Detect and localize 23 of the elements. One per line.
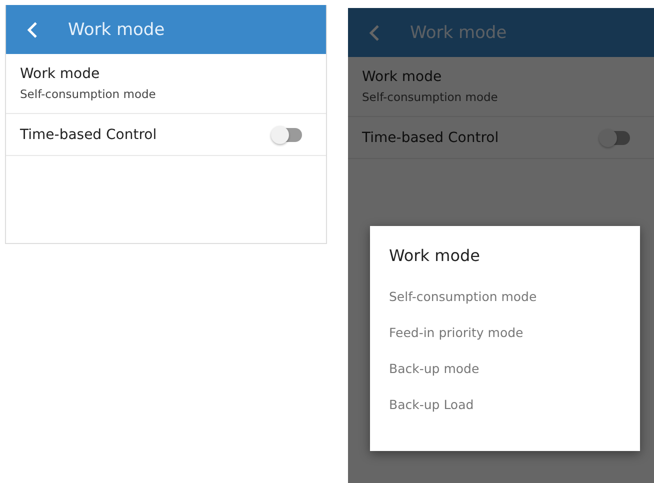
settings-row[interactable]: Work mode Self-consumption mode (348, 57, 654, 117)
dialog-title: Work mode (389, 246, 481, 265)
chevron-left-icon (26, 20, 38, 38)
setting-value: Self-consumption mode (362, 90, 499, 104)
header-title: Work mode (410, 22, 507, 42)
dialog-option[interactable]: Back-up Load (389, 385, 640, 421)
toggle-switch[interactable] (602, 130, 630, 144)
back-button[interactable] (368, 22, 382, 42)
settings-row[interactable]: Work mode Self-consumption mode (6, 54, 326, 114)
toggle-switch[interactable] (274, 128, 302, 142)
dialog-option[interactable]: Self-consumption mode (389, 277, 640, 313)
chevron-left-icon (368, 24, 380, 42)
dialog-option[interactable]: Back-up mode (389, 349, 640, 385)
setting-label: Work mode (20, 66, 101, 82)
settings-row[interactable]: Time-based Control (348, 117, 654, 159)
setting-value: Self-consumption mode (20, 87, 157, 101)
settings-row[interactable]: Time-based Control (6, 114, 326, 156)
back-button[interactable] (26, 20, 40, 40)
header-title: Work mode (68, 20, 165, 40)
setting-label: Time-based Control (362, 130, 499, 146)
dialog-option[interactable]: Feed-in priority mode (389, 313, 640, 349)
setting-label: Work mode (362, 69, 443, 85)
setting-label: Time-based Control (20, 126, 157, 142)
